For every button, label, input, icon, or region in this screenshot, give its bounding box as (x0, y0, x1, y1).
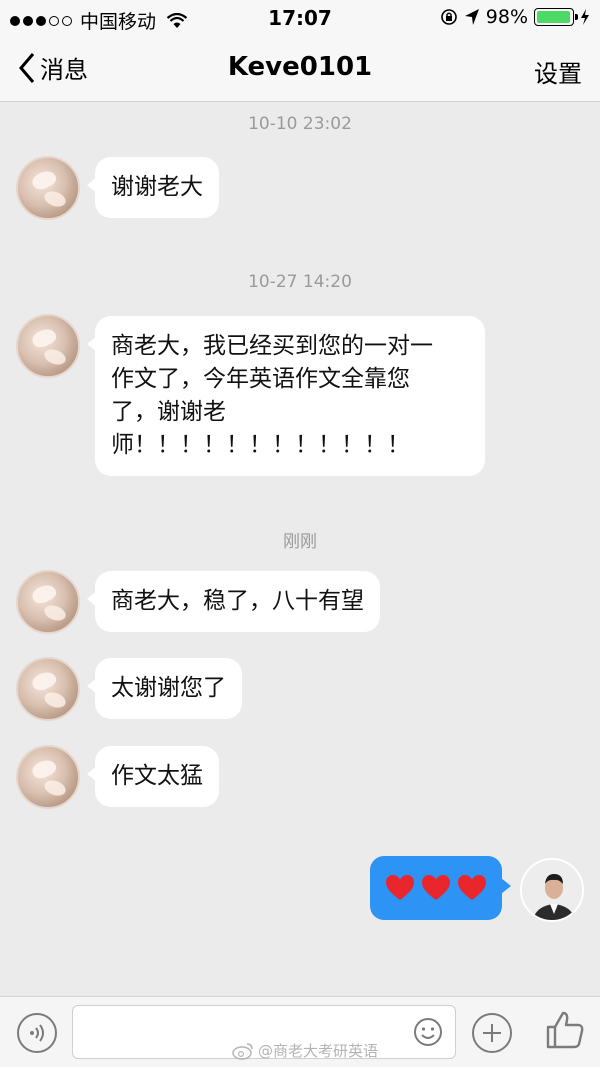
battery-fill (537, 11, 571, 23)
contact-avatar[interactable] (16, 570, 80, 634)
message-text: 太谢谢您了 (111, 675, 226, 701)
charging-bolt-icon (581, 9, 589, 25)
heart-icon (458, 875, 486, 900)
weibo-logo-icon (232, 1042, 253, 1060)
message-text: 谢谢老大 (111, 174, 203, 200)
settings-button[interactable]: 设置 (534, 54, 582, 89)
voice-button[interactable] (17, 1013, 57, 1053)
voice-icon (30, 1024, 44, 1042)
message-text-line: 作文了，今年英语作文全靠您 (111, 366, 410, 392)
timestamp: 10-27 14:20 (248, 272, 352, 292)
message-text-line: 商老大，我已经买到您的一对一 (111, 333, 433, 359)
nav-bar: 消息 Keve0101 设置 (0, 36, 600, 102)
message-bubble-incoming[interactable]: 作文太猛 (87, 746, 219, 807)
battery-percent: 98% (485, 6, 528, 28)
heart-icon (386, 875, 414, 900)
contact-avatar[interactable] (16, 314, 80, 378)
emoji-icon[interactable] (413, 1017, 443, 1047)
contact-avatar[interactable] (16, 156, 80, 220)
watermark-text: @商老大考研英语 (258, 1042, 379, 1060)
message-bubble-incoming[interactable]: 商老大，我已经买到您的一对一 作文了，今年英语作文全靠您 了，谢谢老 师！！！！… (87, 316, 485, 476)
rotation-lock-icon (440, 9, 457, 25)
message-bubble-outgoing[interactable] (370, 856, 511, 920)
status-right: 98% (440, 6, 590, 28)
chevron-left-icon (19, 52, 35, 83)
watermark: @商老大考研英语 (232, 1040, 378, 1061)
location-arrow-icon (464, 9, 479, 25)
battery-icon (534, 8, 578, 26)
message-bubble-incoming[interactable]: 太谢谢您了 (87, 658, 242, 719)
message-text-line: 了，谢谢老 (111, 399, 226, 425)
heart-icon (422, 875, 450, 900)
thumbs-up-icon[interactable] (544, 1009, 586, 1051)
back-label: 消息 (40, 56, 88, 84)
message-bubble-incoming[interactable]: 谢谢老大 (87, 157, 219, 218)
back-button[interactable]: 消息 (18, 50, 88, 85)
message-text: 商老大，稳了，八十有望 (111, 588, 364, 614)
contact-avatar[interactable] (16, 657, 80, 721)
status-bar: 中国移动 17:07 98% (0, 0, 600, 36)
chat-title: Keve0101 (227, 52, 373, 82)
timestamp: 刚刚 (283, 532, 317, 552)
plus-icon[interactable] (472, 1013, 512, 1053)
message-bubble-incoming[interactable]: 商老大，稳了，八十有望 (87, 571, 380, 632)
user-avatar[interactable] (520, 858, 584, 922)
message-text-line: 师！！！！！！！！！！！！ (111, 432, 410, 458)
timestamp: 10-10 23:02 (248, 114, 352, 134)
contact-avatar[interactable] (16, 745, 80, 809)
person-avatar-icon (522, 860, 582, 920)
message-text: 作文太猛 (111, 763, 203, 789)
